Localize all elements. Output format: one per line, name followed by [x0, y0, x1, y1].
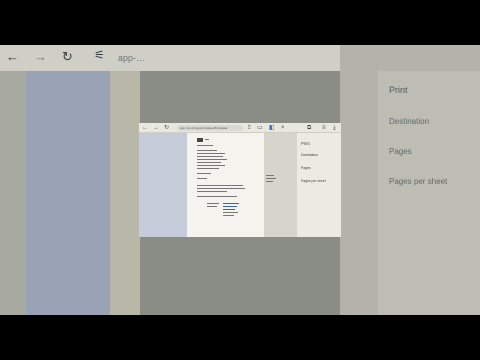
pages-label: Pages	[389, 147, 412, 156]
inset-reload-icon[interactable]: ↻	[164, 123, 169, 133]
inset-forward-arrow-icon[interactable]: →	[153, 123, 159, 133]
inset-back-arrow-icon[interactable]: ←	[142, 123, 148, 133]
inset-page-gap	[264, 133, 297, 237]
inset-pages-per-sheet-label: Pages per sheet	[301, 179, 326, 183]
doc-line	[197, 165, 225, 167]
doc-link[interactable]	[223, 206, 237, 208]
inset-print-panel: Print Destination Pages Pages per sheet	[297, 133, 341, 237]
doc-line	[207, 203, 219, 205]
inset-pages-label: Pages	[301, 166, 311, 170]
inset-address-bar[interactable]: app.mnr.nih.gov/bmsdeurl/formdata	[177, 125, 243, 131]
print-title: Print	[389, 85, 408, 95]
inset-document-page	[187, 133, 264, 237]
video-frame: ← → ↻ ⚟ app-… ◆ ⧉ ≡ ⤓ Print Destination …	[0, 0, 480, 360]
doc-line	[197, 168, 219, 170]
inset-browser-toolbar: ← → ↻ app.mnr.nih.gov/bmsdeurl/formdata …	[139, 123, 341, 133]
doc-line	[197, 173, 211, 175]
inset-address-text: app.mnr.nih.gov/bmsdeurl/formdata	[180, 126, 228, 130]
doc-line	[197, 191, 227, 193]
pages-per-sheet-label: Pages per sheet	[389, 177, 448, 186]
forward-arrow-icon[interactable]: →	[34, 49, 47, 64]
back-arrow-icon[interactable]: ←	[6, 49, 19, 64]
document-preview-blurred	[26, 71, 110, 315]
doc-line	[197, 185, 243, 187]
doc-link[interactable]	[223, 203, 239, 205]
doc-line	[197, 159, 227, 161]
doc-line	[205, 139, 209, 141]
doc-line	[197, 153, 225, 155]
doc-line	[266, 175, 274, 177]
inset-playlist-icon[interactable]: ≡	[322, 123, 326, 133]
doc-logo	[197, 138, 203, 142]
doc-link[interactable]	[223, 209, 235, 211]
doc-line	[223, 212, 238, 214]
inset-tab-icon[interactable]: ▭	[257, 123, 263, 133]
inset-left-pane	[139, 133, 187, 237]
doc-line	[197, 145, 213, 147]
destination-label: Destination	[389, 117, 430, 126]
doc-line	[207, 206, 217, 208]
inset-close-icon[interactable]: ×	[281, 123, 285, 133]
inset-puzzle-icon[interactable]: ⧉	[307, 123, 311, 133]
screen-photo-inset: ← → ↻ app.mnr.nih.gov/bmsdeurl/formdata …	[139, 123, 341, 237]
doc-line	[197, 178, 207, 180]
inset-extension-icon[interactable]: ◧	[269, 123, 275, 133]
doc-line	[197, 188, 245, 190]
address-bar-text[interactable]: app-…	[118, 53, 145, 63]
doc-line	[197, 196, 237, 198]
inset-download-icon[interactable]: ⤓	[333, 123, 336, 133]
document-page-edge	[110, 71, 140, 315]
inset-destination-label: Destination	[301, 153, 318, 157]
doc-line	[223, 215, 234, 217]
inset-share-icon[interactable]: ⇪	[247, 123, 252, 133]
doc-line	[197, 150, 217, 152]
doc-line	[266, 178, 276, 180]
print-settings-panel: Print Destination Pages Pages per sheet	[378, 71, 480, 315]
doc-line	[197, 162, 221, 164]
doc-line	[266, 181, 273, 183]
left-margin	[0, 71, 26, 315]
reload-icon[interactable]: ↻	[62, 49, 73, 65]
doc-line	[197, 156, 223, 158]
inset-print-title: Print	[301, 141, 310, 146]
tune-icon[interactable]: ⚟	[94, 48, 105, 62]
